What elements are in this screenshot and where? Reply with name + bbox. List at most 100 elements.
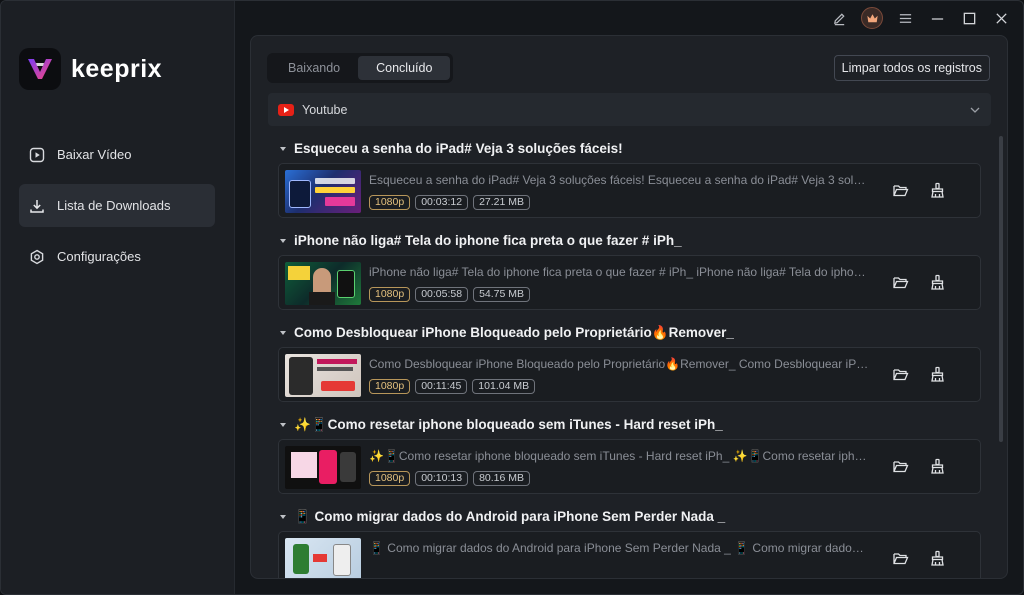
video-title-toggle[interactable]: Esqueceu a senha do iPad# Veja 3 soluçõe… [280,141,623,156]
sidebar-item-settings[interactable]: Configurações [19,235,215,278]
list-scrollbar[interactable] [999,136,1003,442]
clear-record-button[interactable] [929,182,946,199]
folder-icon [893,369,909,381]
open-folder-button[interactable] [892,274,909,291]
clear-record-button[interactable] [929,274,946,291]
video-description: 📱 Como migrar dados do Android para iPho… [369,541,869,555]
play-square-icon [29,147,45,162]
size-badge: 54.75 MB [473,287,531,302]
source-name: Youtube [302,102,348,117]
card-actions [892,274,946,291]
caret-down-icon [280,423,286,427]
maximize-icon [963,12,975,24]
caret-down-icon [280,146,286,151]
sidebar-item-download-video[interactable]: Baixar Vídeo [19,133,215,176]
crown-icon [866,13,878,22]
source-group-header[interactable]: Youtube [268,93,991,126]
video-description: iPhone não liga# Tela do iphone fica pre… [369,265,869,279]
video-thumbnail[interactable] [285,446,361,489]
video-title: Como Desbloquear iPhone Bloqueado pelo P… [294,325,734,340]
keeprix-logo-icon [19,48,61,90]
card-actions [892,366,946,383]
download-icon [30,199,44,213]
video-title: 📱 Como migrar dados do Android para iPho… [294,509,726,524]
download-card: Como Desbloquear iPhone Bloqueado pelo P… [278,347,981,402]
resolution-badge: 1080p [369,471,411,486]
gear-icon [30,249,44,264]
broom-icon [931,550,944,566]
video-thumbnail[interactable] [285,538,361,578]
close-icon [995,12,1007,24]
tab-completed[interactable]: Concluído [358,56,451,80]
folder-icon [893,553,909,565]
sidebar-item-download-list[interactable]: Lista de Downloads [19,184,215,227]
open-folder-button[interactable] [892,458,909,475]
sidebar-item-label: Lista de Downloads [57,198,171,213]
folder-icon [893,461,909,473]
card-actions [892,458,946,475]
minimize-button[interactable] [927,8,947,28]
broom-icon [931,274,944,290]
pencil-icon [833,12,845,25]
duration-badge: 00:11:45 [415,379,468,394]
video-title: ✨📱Como resetar iphone bloqueado sem iTun… [294,417,723,432]
video-meta: 1080p 00:03:12 27.21 MB [369,195,531,210]
list-item: Como Desbloquear iPhone Bloqueado pelo P… [268,316,991,408]
maximize-button[interactable] [959,8,979,28]
folder-icon [893,185,909,197]
status-tabs: Baixando Concluído [267,53,454,83]
list-item: 📱 Como migrar dados do Android para iPho… [268,500,991,578]
premium-button[interactable] [861,7,883,29]
resolution-badge: 1080p [369,379,411,394]
sidebar-item-label: Configurações [57,249,141,264]
video-thumbnail[interactable] [285,354,361,397]
title-bar-controls [829,7,1011,29]
broom-icon [931,366,944,382]
card-actions [892,550,946,567]
clear-record-button[interactable] [929,458,946,475]
feedback-button[interactable] [829,8,849,28]
broom-icon [931,182,944,198]
video-thumbnail[interactable] [285,262,361,305]
open-folder-button[interactable] [892,550,909,567]
video-title-toggle[interactable]: iPhone não liga# Tela do iphone fica pre… [280,233,682,248]
download-card: ✨📱Como resetar iphone bloqueado sem iTun… [278,439,981,494]
resolution-badge: 1080p [369,287,411,302]
sidebar-item-label: Baixar Vídeo [57,147,132,162]
app-window: keeprix Baixar Vídeo Lista de Downloads [0,0,1024,595]
list-item: ✨📱Como resetar iphone bloqueado sem iTun… [268,408,991,500]
tab-downloading[interactable]: Baixando [270,56,358,80]
size-badge: 80.16 MB [473,471,531,486]
caret-down-icon [280,515,286,519]
downloads-panel: Baixando Concluído Limpar todos os regis… [250,35,1008,579]
duration-badge: 00:10:13 [415,471,469,486]
minimize-icon [931,17,943,20]
chevron-down-icon[interactable] [969,104,981,116]
download-card: 📱 Como migrar dados do Android para iPho… [278,531,981,578]
video-description: Esqueceu a senha do iPad# Veja 3 soluçõe… [369,173,869,187]
folder-icon [893,277,909,289]
video-description: Como Desbloquear iPhone Bloqueado pelo P… [369,357,869,371]
clear-record-button[interactable] [929,550,946,567]
video-description: ✨📱Como resetar iphone bloqueado sem iTun… [369,449,869,463]
resolution-badge: 1080p [369,195,411,210]
app-logo: keeprix [19,47,162,91]
close-button[interactable] [991,8,1011,28]
duration-badge: 00:03:12 [415,195,469,210]
size-badge: 101.04 MB [472,379,536,394]
video-title-toggle[interactable]: ✨📱Como resetar iphone bloqueado sem iTun… [280,417,723,433]
menu-button[interactable] [895,8,915,28]
video-meta: 1080p 00:10:13 80.16 MB [369,471,531,486]
clear-record-button[interactable] [929,366,946,383]
open-folder-button[interactable] [892,366,909,383]
clear-all-records-button[interactable]: Limpar todos os registros [833,55,990,81]
video-title-toggle[interactable]: Como Desbloquear iPhone Bloqueado pelo P… [280,325,734,341]
broom-icon [931,458,944,474]
open-folder-button[interactable] [892,182,909,199]
sidebar: keeprix Baixar Vídeo Lista de Downloads [1,1,235,594]
video-meta: 1080p 00:05:58 54.75 MB [369,287,531,302]
video-thumbnail[interactable] [285,170,361,213]
sidebar-nav: Baixar Vídeo Lista de Downloads Configur… [19,133,215,286]
video-title-toggle[interactable]: 📱 Como migrar dados do Android para iPho… [280,509,725,525]
app-name: keeprix [71,54,163,83]
